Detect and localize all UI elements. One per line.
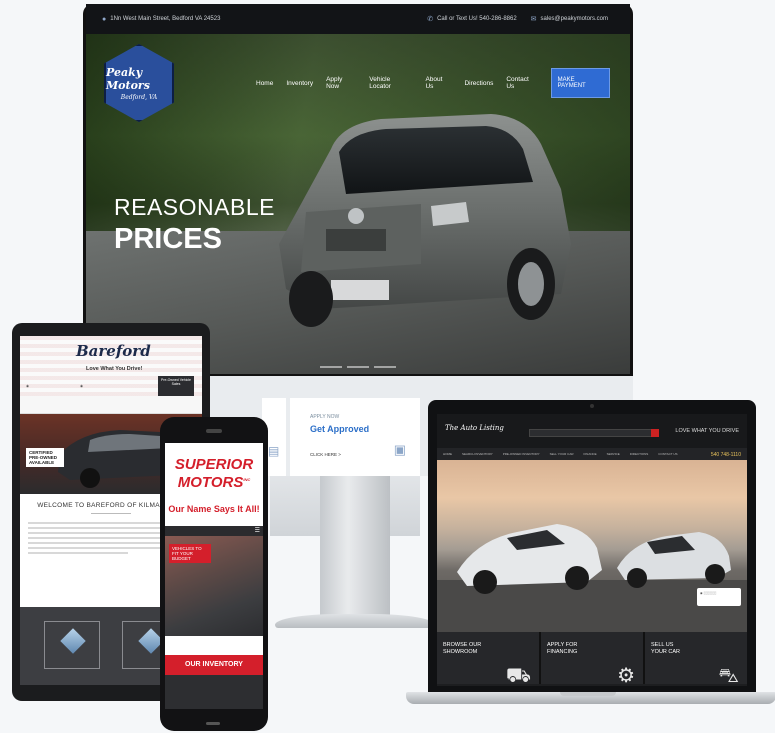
monitor-stand-base [275, 614, 435, 628]
dealer-address: 1Nn West Main Street, Bedford VA 24523 [110, 16, 221, 22]
bareford-logo[interactable]: Bareford [76, 342, 151, 360]
logo-location: Bedford, VA [120, 93, 158, 101]
lap-nav-home[interactable]: HOME [443, 452, 452, 456]
tile-sell-your-car[interactable]: SELL US YOUR CAR ⛍ [645, 632, 747, 686]
sports-cars-image [437, 524, 747, 632]
headline-line-2: PRICES [114, 223, 222, 255]
search-icon[interactable] [651, 429, 659, 437]
phone-tagline: Our Name Says It All! [168, 504, 260, 514]
phone-speaker [206, 429, 222, 433]
slider-indicators [320, 366, 396, 368]
card-kicker: APPLY NOW [310, 414, 340, 420]
hero-chip: VEHICLES TO FIT YOUR BUDGET [169, 544, 211, 563]
phone-hero: VEHICLES TO FIT YOUR BUDGET [165, 536, 263, 636]
tablet-header-button[interactable]: Pre-Owned Vehicle Sales [158, 376, 194, 396]
money-icon: ⚙ [617, 665, 635, 686]
dealer-phone-link[interactable]: Call or Text Us! 540-286-8862 [437, 16, 517, 22]
tablet-info-phone: ◉ [80, 384, 84, 388]
phone-device: SUPERIOR MOTORSINC Our Name Says It All!… [160, 417, 268, 731]
lap-nav-finance[interactable]: FINANCE [583, 452, 596, 456]
tile-browse-showroom[interactable]: BROWSE OUR SHOWROOM ⛟ [437, 632, 539, 686]
headline-line-1: REASONABLE [114, 194, 275, 220]
get-approved-card[interactable]: APPLY NOW Get Approved CLICK HERE > ▣ [290, 398, 420, 476]
laptop-base-notch [560, 692, 616, 696]
nav-home[interactable]: Home [256, 80, 273, 87]
laptop-slogan: LOVE WHAT YOU DRIVE [675, 428, 739, 434]
laptop-phone[interactable]: 540 748-1110 [711, 452, 741, 458]
hamburger-menu-icon[interactable]: ☰ [255, 527, 260, 534]
laptop-navigation: HOME SEARCH INVENTORY PRE-OWNED INVENTOR… [437, 448, 747, 460]
tablet-header: Bareford Love What You Drive! ◉ ◉ Pre-Ow… [20, 336, 202, 414]
chat-widget[interactable]: ◉ ░░░░░░ [697, 588, 741, 606]
lap-nav-contact[interactable]: CONTACT US [658, 452, 677, 456]
device-mockup-stage: ● 1Nn West Main Street, Bedford VA 24523… [0, 0, 775, 733]
lap-nav-service[interactable]: SERVICE [607, 452, 620, 456]
logo-suffix: INC [243, 477, 251, 482]
laptop-screen: The Auto Listing LOVE WHAT YOU DRIVE HOM… [437, 414, 747, 686]
lap-nav-search-inventory[interactable]: SEARCH INVENTORY [462, 452, 493, 456]
hand-car-icon: ⛍ [718, 665, 739, 686]
calendar-icon: ▤ [268, 444, 280, 458]
tile-apply-financing[interactable]: APPLY FOR FINANCING ⚙ [541, 632, 643, 686]
laptop-hero: ◉ ░░░░░░ [437, 460, 747, 632]
laptop-feature-tiles: BROWSE OUR SHOWROOM ⛟ APPLY FOR FINANCIN… [437, 632, 747, 686]
phone-screen: SUPERIOR MOTORSINC Our Name Says It All!… [165, 443, 263, 709]
card-link[interactable]: CLICK HERE > [310, 452, 341, 457]
desktop-monitor: ● 1Nn West Main Street, Bedford VA 24523… [83, 4, 633, 376]
superior-motors-logo[interactable]: SUPERIOR MOTORSINC [165, 457, 263, 490]
make-payment-button[interactable]: MAKE PAYMENT [550, 68, 611, 98]
nav-contact-us[interactable]: Contact Us [506, 76, 537, 90]
tablet-info-address: ◉ [26, 384, 30, 388]
search-input[interactable] [529, 429, 659, 437]
car-icon: ⛟ [505, 665, 531, 686]
phone-home-indicator [206, 722, 220, 725]
slider-dot[interactable] [374, 366, 396, 368]
laptop-device: The Auto Listing LOVE WHAT YOU DRIVE HOM… [428, 400, 756, 692]
phone-footer [165, 675, 263, 709]
slider-dot[interactable] [320, 366, 342, 368]
nav-inventory[interactable]: Inventory [286, 80, 313, 87]
divider [91, 513, 131, 514]
nav-directions[interactable]: Directions [464, 80, 493, 87]
hero-headline: REASONABLE PRICES [114, 194, 275, 256]
laptop-header: The Auto Listing LOVE WHAT YOU DRIVE [437, 414, 747, 448]
nav-about-us[interactable]: About Us [425, 76, 451, 90]
diamond-icon [60, 628, 86, 654]
mail-icon: ✉ [530, 16, 537, 23]
phone-icon: ✆ [427, 16, 434, 23]
logo-top-word: SUPERIOR [174, 456, 254, 473]
lap-nav-sell-your-car[interactable]: SELL YOUR CAR [550, 452, 574, 456]
lap-nav-directions[interactable]: DIRECTIONS [630, 452, 649, 456]
tablet-tagline: Love What You Drive! [86, 366, 143, 372]
document-icon: ▣ [393, 442, 406, 457]
lap-nav-pre-owned[interactable]: PRE-OWNED INVENTORY [503, 452, 540, 456]
diamond-tile[interactable] [44, 621, 100, 669]
phone-menu-bar: ☰ [165, 526, 263, 536]
slider-dot[interactable] [347, 366, 369, 368]
logo-bottom-word: MOTORS [177, 474, 244, 491]
certified-badge: CERTIFIED PRE-OWNED AVAILABLE [26, 448, 64, 467]
dealer-email-link[interactable]: sales@peakymotors.com [541, 16, 608, 22]
monitor-topbar: ● 1Nn West Main Street, Bedford VA 24523… [86, 4, 630, 34]
logo-wordmark: Peaky Motors [106, 65, 150, 92]
nav-apply-now[interactable]: Apply Now [326, 76, 356, 90]
monitor-stand-neck [320, 476, 390, 616]
location-pin-icon: ● [102, 15, 107, 23]
laptop-camera [590, 404, 594, 408]
card-title: Get Approved [310, 424, 370, 434]
our-inventory-button[interactable]: OUR INVENTORY [165, 655, 263, 675]
auto-listing-logo[interactable]: The Auto Listing [445, 424, 504, 432]
nav-vehicle-locator[interactable]: Vehicle Locator [369, 76, 412, 90]
main-navigation: Home Inventory Apply Now Vehicle Locator… [256, 68, 611, 98]
suv-car-image [279, 114, 571, 327]
